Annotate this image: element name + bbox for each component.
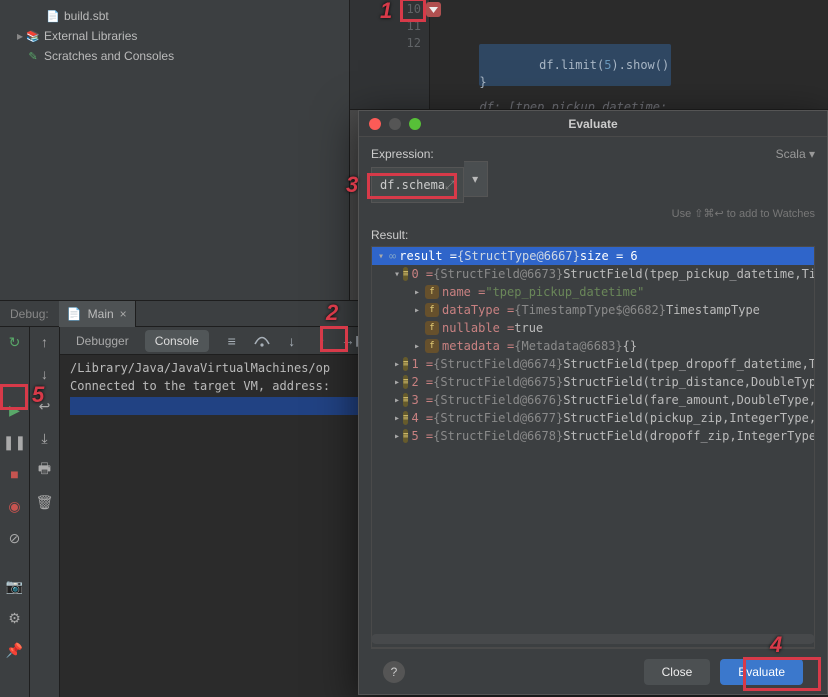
chevron-right-icon: ▸ [412,341,422,352]
scroll-end-button[interactable]: ⤓ [34,427,56,449]
sbt-file-icon: 📄 [46,9,60,23]
breakpoints-button[interactable]: ◉ [4,495,26,517]
result-field-nullable[interactable]: ▸ f nullable = true [372,319,814,337]
chevron-down-icon: ▾ [376,251,386,262]
expression-history-dropdown[interactable]: ▾ [464,161,488,197]
result-item-3[interactable]: ▸ ≡ 3 = {StructField@6676} StructField(f… [372,391,814,409]
libraries-icon: 📚 [26,29,40,43]
result-item-1[interactable]: ▸ ≡ 1 = {StructField@6674} StructField(t… [372,355,814,373]
annotation-number-4: 4 [770,632,782,658]
stop-button[interactable]: ■ [4,463,26,485]
debug-title: Debug: [0,307,59,321]
debug-config-tab[interactable]: 📄 Main × [59,301,136,327]
chevron-right-icon: ▸ [394,395,400,406]
camera-button[interactable]: 📷 [4,575,26,597]
step-into-icon[interactable]: ↓ [283,332,301,350]
annotation-number-5: 5 [32,382,44,408]
result-label: Result: [371,228,815,242]
pause-button[interactable]: ❚❚ [4,431,26,453]
annotation-box-3 [367,173,457,199]
annotation-box-5 [0,384,28,410]
struct-icon: ≡ [403,393,408,407]
settings-button[interactable]: ⚙ [4,607,26,629]
gutter-line-12[interactable]: 12 [350,36,421,53]
print-button[interactable]: 🖶 [34,459,56,481]
result-root-row[interactable]: ▾ ∞ result = {StructType@6667} size = 6 [372,247,814,265]
field-icon: f [425,303,439,317]
struct-icon: ≡ [403,375,408,389]
close-icon[interactable]: × [120,307,127,321]
result-item-2[interactable]: ▸ ≡ 2 = {StructField@6675} StructField(t… [372,373,814,391]
mute-breakpoints-button[interactable]: ⊘ [4,527,26,549]
up-arrow-button[interactable]: ↑ [34,331,56,353]
tab-debugger[interactable]: Debugger [66,330,139,352]
rerun-button[interactable]: ↻ [4,331,26,353]
expression-label: Expression: [371,147,434,161]
trash-button[interactable]: 🗑 [34,491,56,513]
language-select[interactable]: Scala ▾ [776,147,815,161]
scratch-icon: ✎ [26,49,40,63]
struct-icon: ≡ [403,267,408,281]
watch-hint: Use ⇧⌘↩ to add to Watches [371,207,815,220]
field-icon: f [425,321,439,335]
editor-code[interactable]: df.limit(5).show() df: [tpep_pickup_date… [430,0,828,109]
tree-external-libraries[interactable]: ▸ 📚 External Libraries [0,26,349,46]
help-button[interactable]: ? [383,661,405,683]
pin-button[interactable]: 📌 [4,639,26,661]
tree-label: External Libraries [44,29,137,43]
result-item-0[interactable]: ▾ ≡ 0 = {StructField@6673} StructField(t… [372,265,814,283]
struct-icon: ≡ [403,357,408,371]
step-over-icon[interactable] [253,332,271,350]
infinity-icon: ∞ [389,249,396,263]
close-button[interactable]: Close [644,659,711,685]
chevron-right-icon: ▸ [412,287,422,298]
struct-icon: ≡ [403,411,408,425]
annotation-box-1 [400,0,426,22]
dialog-titlebar[interactable]: Evaluate [359,111,827,137]
debug-config-label: Main [88,307,114,321]
tab-console[interactable]: Console [145,330,209,352]
chevron-right-icon: ▸ [14,29,26,43]
project-tree: 📄 build.sbt ▸ 📚 External Libraries ✎ Scr… [0,0,350,300]
result-field-datatype[interactable]: ▸ f dataType = {TimestampType$@6682} Tim… [372,301,814,319]
annotation-number-2: 2 [326,300,338,326]
annotation-box-4 [743,657,821,691]
chevron-right-icon: ▸ [412,305,422,316]
threads-icon[interactable]: ≡ [223,332,241,350]
chevron-right-icon: ▸ [394,413,400,424]
annotation-number-1: 1 [380,0,392,24]
field-icon: f [425,339,439,353]
tree-file-buildsbt[interactable]: 📄 build.sbt [0,6,349,26]
inline-hint: df: [tpep_pickup_datetime: [479,100,667,109]
chevron-down-icon: ▾ [472,172,478,186]
chevron-right-icon: ▸ [394,359,400,370]
result-field-metadata[interactable]: ▸ f metadata = {Metadata@6683} {} [372,337,814,355]
result-field-name[interactable]: ▸ f name = "tpep_pickup_datetime" [372,283,814,301]
chevron-right-icon: ▸ [394,431,400,442]
result-item-5[interactable]: ▸ ≡ 5 = {StructField@6678} StructField(d… [372,427,814,445]
run-config-icon: 📄 [67,307,82,321]
result-item-4[interactable]: ▸ ≡ 4 = {StructField@6677} StructField(p… [372,409,814,427]
tree-label: build.sbt [64,9,109,23]
struct-icon: ≡ [403,429,408,443]
result-tree[interactable]: ▾ ∞ result = {StructType@6667} size = 6 … [371,246,815,648]
tree-scratches[interactable]: ✎ Scratches and Consoles [0,46,349,66]
chevron-right-icon: ▸ [394,377,400,388]
annotation-number-3: 3 [346,172,358,198]
dialog-title: Evaluate [359,117,827,131]
breakpoint-gutter-icon[interactable] [424,2,441,19]
chevron-down-icon: ▾ [394,269,400,280]
debug-left-toolbar: ↻ ▶ ❚❚ ■ ◉ ⊘ 📷 ⚙ 📌 [0,327,30,697]
tree-label: Scratches and Consoles [44,49,174,63]
chevron-down-icon: ▾ [806,147,815,161]
annotation-box-2 [320,326,348,352]
horizontal-scrollbar[interactable] [371,634,815,644]
field-icon: f [425,285,439,299]
